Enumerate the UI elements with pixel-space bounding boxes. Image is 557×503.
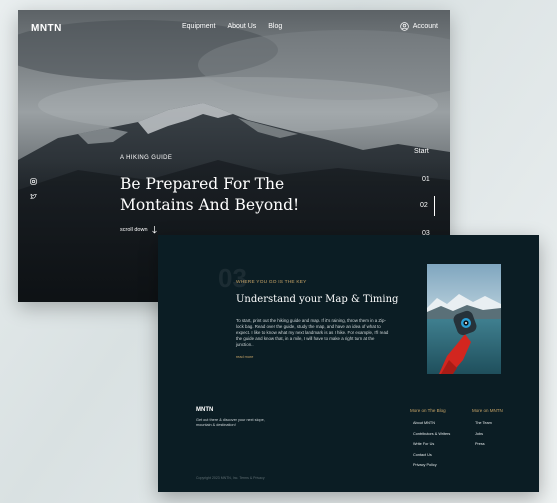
- hero-title-line-2: Montains And Beyond!: [120, 196, 300, 214]
- copyright: Copyright 2023 MNTN, Inc. Terms & Privac…: [196, 476, 265, 480]
- brand-logo[interactable]: MNTN: [31, 23, 62, 34]
- footer-col-mntn: More on MNTN The Team Jobs Press: [472, 408, 503, 453]
- footer-link-privacy[interactable]: Privacy Policy: [413, 463, 450, 467]
- step-01[interactable]: 01: [422, 176, 430, 183]
- arrow-down-icon: [151, 226, 157, 234]
- nav-link-equipment[interactable]: Equipment: [182, 23, 215, 30]
- footer-logo[interactable]: MNTN: [196, 407, 213, 413]
- footer-link-team[interactable]: The Team: [475, 421, 503, 425]
- step-start[interactable]: Start: [414, 148, 429, 155]
- footer-col-heading: More on The Blog: [410, 408, 446, 413]
- active-step-indicator: [434, 196, 435, 216]
- footer-tagline: Get out there & discover your next slope…: [196, 418, 265, 427]
- account-icon: [399, 22, 409, 31]
- hero-title-line-1: Be Prepared For The: [120, 175, 285, 193]
- scroll-down-link[interactable]: scroll down: [120, 226, 157, 234]
- hiker-map-photo: [427, 264, 501, 374]
- step-02[interactable]: 02: [420, 202, 428, 209]
- account-link[interactable]: Account: [399, 22, 438, 31]
- read-more-link[interactable]: read more: [236, 355, 253, 359]
- section-body: To start, print out the hiking guide and…: [236, 318, 389, 347]
- footer-link-contributors[interactable]: Contributors & Writers: [413, 432, 450, 436]
- nav-link-blog[interactable]: Blog: [268, 23, 282, 30]
- main-nav: Equipment About Us Blog: [182, 23, 282, 30]
- footer-link-write[interactable]: Write For Us: [413, 442, 450, 446]
- section-eyebrow: WHERE YOU GO IS THE KEY: [236, 280, 307, 285]
- section-title: Understand your Map & Timing: [236, 294, 399, 305]
- social-links: [30, 178, 37, 200]
- footer-link-jobs[interactable]: Jobs: [475, 432, 503, 436]
- account-label: Account: [412, 23, 438, 30]
- footer-col-heading: More on MNTN: [472, 408, 503, 413]
- scroll-down-label: scroll down: [120, 227, 148, 233]
- hero-title: Be Prepared For The Montains And Beyond!: [120, 174, 330, 216]
- instagram-icon[interactable]: [30, 178, 37, 185]
- footer-link-about[interactable]: About MNTN: [413, 421, 450, 425]
- footer-link-press[interactable]: Press: [475, 442, 503, 446]
- footer-col-blog: More on The Blog About MNTN Contributors…: [410, 408, 450, 474]
- hero-eyebrow: A HIKING GUIDE: [120, 155, 173, 161]
- nav-link-about[interactable]: About Us: [227, 23, 256, 30]
- section-number: 03: [218, 263, 247, 293]
- content-section: 03 WHERE YOU GO IS THE KEY Understand yo…: [158, 235, 539, 492]
- footer-link-contact[interactable]: Contact Us: [413, 453, 450, 457]
- twitter-icon[interactable]: [30, 193, 37, 200]
